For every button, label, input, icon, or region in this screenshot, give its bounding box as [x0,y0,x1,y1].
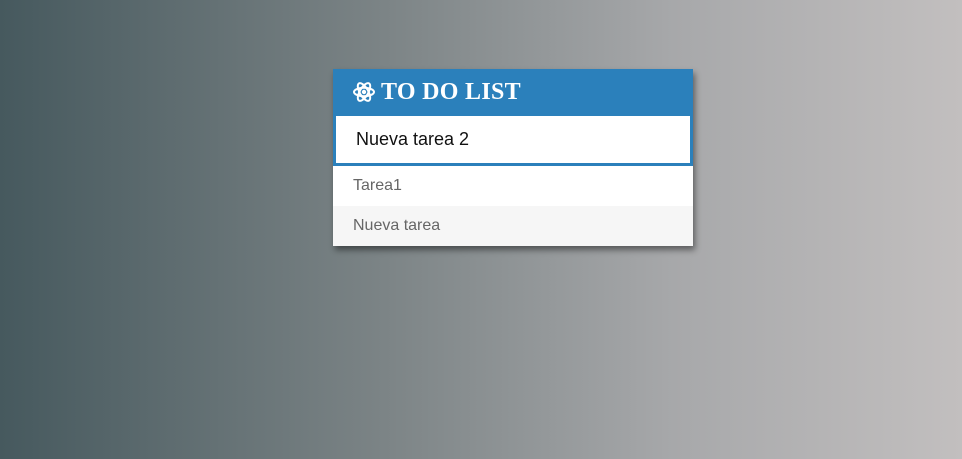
app-title: TO DO LIST [381,78,521,105]
todo-card: TO DO LIST Tarea1 Nueva tarea [333,69,693,246]
new-task-input[interactable] [333,115,693,166]
task-item-1[interactable]: Tarea1 [333,166,693,206]
task-item-2[interactable]: Nueva tarea [333,206,693,246]
todo-header: TO DO LIST [333,69,693,115]
task-list: Tarea1 Nueva tarea [333,166,693,246]
atom-icon [352,80,376,104]
